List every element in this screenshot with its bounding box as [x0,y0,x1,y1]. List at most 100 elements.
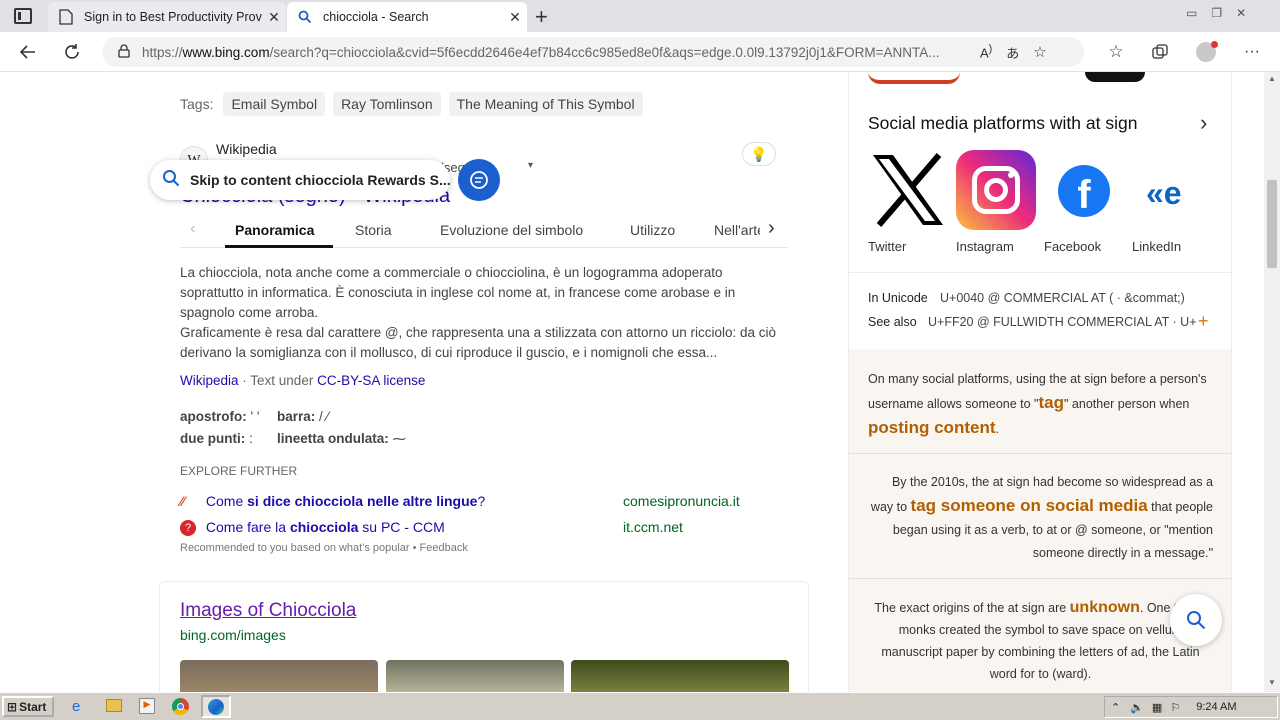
read-aloud-icon[interactable]: A) [980,43,992,60]
tag-chip[interactable]: Email Symbol [223,92,326,116]
unicode-label: In Unicode [868,291,928,305]
search-icon [1187,611,1206,630]
window-controls: ▭ ❐ ✕ [1186,6,1246,20]
volume-icon[interactable]: 🔈 [1130,701,1144,714]
active-tab-underline [225,245,333,248]
snail-image[interactable] [180,660,378,692]
refresh-icon[interactable] [60,40,84,64]
divider [848,272,1232,273]
url-bar[interactable]: https://www.bing.com/search?q=chiocciola… [102,37,1084,67]
profile-avatar[interactable] [1194,40,1218,64]
url-scheme: https:// [142,44,183,60]
snail-image[interactable] [571,660,789,692]
chrome-icon[interactable] [172,698,189,715]
fact-value: ⁓ [392,431,407,446]
start-button[interactable]: ⊞ Start [2,696,54,717]
flag-icon[interactable]: ⚐ [1170,701,1180,714]
chevron-right-icon[interactable]: › [1200,110,1207,136]
scroll-down-icon[interactable]: ▼ [1268,678,1276,687]
skip-to-content-banner[interactable]: Skip to content chiocciola Rewards S... [150,160,450,200]
page-icon [58,9,74,25]
explore-footer: Recommended to you based on what's popul… [180,542,468,554]
taskbar: ⊞ Start e ▶ ⌃ 🔈 ▦ ⚐ 9:24 AM [0,692,1280,720]
images-title[interactable]: Images of Chiocciola [180,600,356,622]
snippet-para: La chiocciola, nota anche come a commerc… [180,265,736,320]
caret-down-icon[interactable]: ▾ [528,160,533,171]
search-icon [297,9,313,25]
tab-nellarte[interactable]: Nell'arte [714,222,760,238]
images-domain: bing.com/images [180,627,286,643]
lock-icon[interactable] [118,43,130,61]
wiki-tabs: ‹ Panoramica Storia Evoluzione del simbo… [180,212,788,248]
license-line: Wikipedia · Text under CC-BY-SA license [180,373,425,388]
top-image-fragment [1085,72,1145,82]
fact-key: barra: [277,409,316,424]
tab-strip: Sign in to Best Productivity Provi ✕ chi… [0,0,1280,32]
tray-expand-icon[interactable]: ⌃ [1111,701,1120,714]
translate-icon[interactable]: あ [1006,43,1019,62]
edge-taskbar-button[interactable] [201,695,231,718]
address-toolbar: https://www.bing.com/search?q=chiocciola… [0,32,1280,72]
related-chars-col2: barra: / ⁄ lineetta ondulata: ⁓ [277,406,406,450]
wiki-snippet: La chiocciola, nota anche come a commerc… [180,263,780,363]
expand-plus-icon[interactable]: + [1198,311,1209,332]
ie-icon[interactable]: e [72,698,80,715]
url-path: /search?q=chiocciola&cvid=5f6ecdd2646e4e… [269,44,940,60]
new-tab-icon[interactable]: + [535,4,548,30]
explore-link: Come fare la chiocciola su PC - CCM [205,519,445,535]
tab-signin[interactable]: Sign in to Best Productivity Provi ✕ [48,2,286,32]
story-card: The exact origins of the at sign are unk… [874,599,1206,681]
social-label[interactable]: Twitter [868,239,906,254]
restore-icon[interactable]: ❐ [1211,6,1222,20]
chat-icon[interactable] [458,159,500,201]
tab-utilizzo[interactable]: Utilizzo [630,222,675,238]
explore-item[interactable]: ? Come fare la chiocciola su PC - CCM [180,519,780,537]
close-window-icon[interactable]: ✕ [1236,6,1246,20]
visual-search-button[interactable] [1170,594,1222,646]
back-icon[interactable] [16,40,40,64]
lightbulb-icon[interactable]: 💡 [742,142,776,166]
fact-key: due punti: [180,431,246,446]
snail-image[interactable] [386,660,564,692]
instagram-icon[interactable] [956,150,1036,230]
scroll-up-icon[interactable]: ▲ [1268,74,1276,83]
more-menu-icon[interactable]: ··· [1240,40,1264,64]
social-label[interactable]: Facebook [1044,239,1101,254]
wikipedia-link[interactable]: Wikipedia [180,373,239,388]
add-favorite-icon[interactable]: ☆ [1033,43,1046,61]
tag-chip[interactable]: Ray Tomlinson [333,92,441,116]
close-tab-icon[interactable]: ✕ [503,9,527,26]
minimize-icon[interactable]: ▭ [1186,6,1197,20]
page-scrollbar[interactable]: ▲ ▼ [1264,72,1280,692]
tab-storia[interactable]: Storia [355,222,392,238]
comesipronuncia-icon: ⁄⁄ [180,493,185,509]
windows-logo-icon: ⊞ [7,699,18,714]
unicode-value: U+0040 @ COMMERCIAL AT ( · &commat;) [940,291,1185,305]
tab-actions-icon[interactable] [14,8,32,24]
network-icon[interactable]: ▦ [1152,701,1162,714]
social-label[interactable]: LinkedIn [1132,239,1181,254]
explore-domain: it.ccm.net [623,519,683,535]
tab-evoluzione[interactable]: Evoluzione del simbolo [440,222,583,238]
tab-panoramica[interactable]: Panoramica [235,222,314,238]
social-label[interactable]: Instagram [956,239,1014,254]
twitter-x-icon[interactable] [868,150,948,230]
scrollbar-thumb[interactable] [1267,180,1277,268]
facebook-icon[interactable]: f [1058,165,1110,217]
license-link[interactable]: CC-BY-SA license [317,373,425,388]
favorites-icon[interactable]: ☆ [1104,40,1128,64]
explore-link: Come si dice chiocciola nelle altre ling… [205,493,486,509]
url-domain: www.bing.com [182,44,270,60]
chevron-right-icon[interactable]: › [768,217,775,240]
tab-search[interactable]: chiocciola - Search ✕ [287,2,527,32]
edge-icon [208,698,224,715]
close-tab-icon[interactable]: ✕ [262,9,286,26]
folder-icon[interactable] [106,699,122,712]
images-card: Images of Chiocciola bing.com/images [159,581,809,692]
media-player-icon[interactable]: ▶ [139,698,155,714]
clock[interactable]: 9:24 AM [1196,701,1236,713]
chevron-left-icon[interactable]: ‹ [190,220,195,238]
tag-chip[interactable]: The Meaning of This Symbol [448,92,643,116]
linkedin-icon[interactable]: «e [1146,176,1196,210]
collections-icon[interactable] [1148,40,1172,64]
